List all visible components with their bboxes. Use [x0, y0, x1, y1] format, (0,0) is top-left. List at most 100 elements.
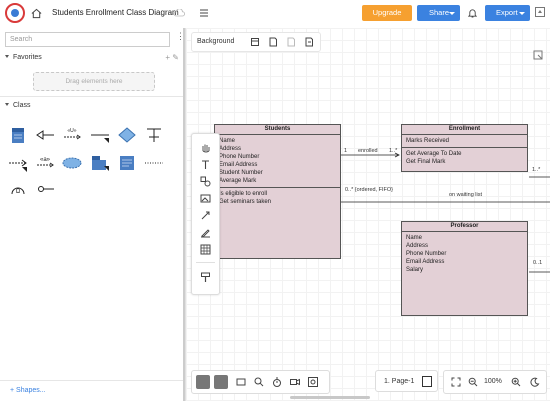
shape-sidebar: Search ⋮ Favorites + ✎ Drag elements her… [0, 28, 186, 401]
top-bar: Students Enrollment Class Diagram Upgrad… [0, 0, 550, 29]
class-section-header[interactable]: Class [0, 99, 185, 113]
enrolled-right-multiplicity[interactable]: 1..* [389, 148, 397, 154]
shapes-tool-icon[interactable] [200, 176, 211, 187]
professor-attributes[interactable]: Name Address Phone Number Email Address … [402, 232, 527, 276]
package-shape-icon[interactable] [89, 152, 111, 174]
zoom-in-icon[interactable] [511, 377, 521, 387]
enrollment-attributes[interactable]: Marks Received [402, 135, 527, 148]
export-button[interactable]: Export [485, 5, 530, 21]
text-tool-icon[interactable] [200, 159, 211, 170]
image-tool-icon[interactable] [200, 193, 211, 204]
sidebar-divider [0, 96, 185, 97]
favorites-drop-zone[interactable]: Drag elements here [33, 72, 155, 91]
search-zoom-icon[interactable] [307, 376, 319, 388]
zoom-out-icon[interactable] [468, 377, 478, 387]
background-image-icon[interactable] [250, 37, 260, 47]
cloud-sync-icon [173, 9, 185, 17]
named-dependency-icon[interactable]: «a» [34, 152, 56, 174]
generalization-arrow-icon[interactable] [34, 124, 56, 146]
background-toolbar: Background [191, 32, 321, 52]
document-title[interactable]: Students Enrollment Class Diagram [52, 8, 179, 17]
interface-bar-icon[interactable] [143, 124, 165, 146]
note-shape-icon[interactable] [116, 152, 138, 174]
students-attributes[interactable]: Name Address Phone Number Email Address … [215, 135, 340, 188]
canvas-horizontal-scrollbar[interactable] [290, 396, 370, 399]
dependency-arrow-icon[interactable] [7, 152, 29, 174]
enrolled-association-label[interactable]: enrolled [358, 148, 378, 154]
class-shape-icon[interactable] [7, 124, 29, 146]
waiting-list-multiplicity[interactable]: 0..* {ordered, FIFO} [345, 187, 393, 193]
professor-attribute: Name [406, 235, 423, 241]
table-tool-icon[interactable] [200, 244, 211, 255]
more-shapes-link[interactable]: + Shapes... [10, 387, 46, 394]
page-selector[interactable]: 1. Page-1 [375, 370, 438, 392]
provided-interface-icon[interactable] [34, 178, 56, 200]
bottom-view-toolbar [191, 370, 330, 394]
zoom-level[interactable]: 100% [484, 371, 502, 393]
page-size-icon[interactable] [268, 37, 278, 47]
uml-class-enrollment[interactable]: Enrollment Marks Received Get Average To… [401, 124, 528, 172]
use-dependency-icon[interactable]: «U» [61, 124, 83, 146]
share-dropdown-icon[interactable] [449, 12, 455, 15]
freehand-draw-icon[interactable] [200, 227, 211, 238]
enrollment-operations[interactable]: Get Average To Date Get Final Mark [402, 148, 527, 168]
waiting-list-label[interactable]: on waiting list [449, 192, 482, 198]
find-icon[interactable] [253, 376, 265, 388]
students-operations[interactable]: Is eligible to enroll Get seminars taken [215, 188, 340, 208]
video-record-icon[interactable] [289, 376, 301, 388]
export-label: Export [496, 8, 518, 17]
enrollment-class-title[interactable]: Enrollment [402, 125, 527, 135]
students-class-title[interactable]: Students [215, 125, 340, 135]
sidebar-scrollbar[interactable] [183, 28, 185, 401]
professor-attribute: Phone Number [406, 251, 447, 257]
grid-settings-icon[interactable] [304, 37, 314, 47]
svg-text:«a»: «a» [40, 157, 51, 163]
professor-class-title[interactable]: Professor [402, 222, 527, 232]
collapse-toolbar-icon[interactable] [535, 7, 545, 17]
dark-mode-moon-icon[interactable] [530, 377, 540, 387]
export-dropdown-icon[interactable] [519, 12, 525, 15]
fullscreen-icon[interactable] [451, 377, 461, 387]
share-button[interactable]: Share [417, 5, 460, 21]
share-label: Share [429, 8, 450, 17]
connector-tool-icon[interactable] [200, 210, 211, 221]
uml-class-students[interactable]: Students Name Address Phone Number Email… [214, 124, 341, 259]
students-attribute: Phone Number [219, 154, 260, 160]
page-orientation-icon[interactable] [286, 37, 296, 47]
use-case-ellipse-icon[interactable] [61, 152, 83, 174]
page-label: 1. Page-1 [384, 378, 415, 385]
enrollment-right-multiplicity[interactable]: 1..* [532, 167, 540, 173]
enrolled-left-multiplicity[interactable]: 1 [344, 148, 347, 154]
format-panel-icon[interactable] [533, 50, 543, 60]
shape-search-input[interactable]: Search [5, 32, 170, 47]
toggle-sidebar-button[interactable] [196, 375, 210, 389]
app-logo[interactable] [5, 3, 25, 23]
timer-icon[interactable] [271, 376, 283, 388]
edit-favorites-icon[interactable]: ✎ [172, 53, 179, 62]
association-line-icon[interactable] [89, 124, 111, 146]
professor-right-multiplicity[interactable]: 0..1 [533, 260, 542, 266]
hand-pan-icon[interactable] [200, 142, 211, 153]
dotted-line-icon[interactable] [143, 152, 165, 174]
pages-icon[interactable] [422, 376, 432, 387]
students-operation: Is eligible to enroll [219, 191, 268, 197]
tools-divider [196, 262, 215, 263]
notifications-bell-icon[interactable] [468, 8, 477, 18]
diamond-shape-icon[interactable] [116, 124, 138, 146]
background-label[interactable]: Background [197, 38, 234, 45]
vertical-tools-palette [191, 133, 220, 295]
required-interface-icon[interactable]: Ω [7, 178, 29, 200]
svg-text:«U»: «U» [67, 128, 76, 134]
toggle-format-panel-button[interactable] [214, 375, 228, 389]
upgrade-button[interactable]: Upgrade [362, 5, 412, 21]
add-favorite-icon[interactable]: + [165, 53, 170, 62]
students-attribute: Student Number [219, 170, 263, 176]
home-icon[interactable] [31, 8, 42, 19]
enrollment-operation: Get Average To Date [406, 151, 462, 157]
fit-page-icon[interactable] [235, 376, 247, 388]
uml-class-professor[interactable]: Professor Name Address Phone Number Emai… [401, 221, 528, 316]
hamburger-menu-icon[interactable] [199, 8, 209, 18]
professor-attribute: Salary [406, 267, 424, 273]
favorites-section-header[interactable]: Favorites + ✎ [0, 51, 185, 65]
format-painter-icon[interactable] [200, 272, 211, 283]
